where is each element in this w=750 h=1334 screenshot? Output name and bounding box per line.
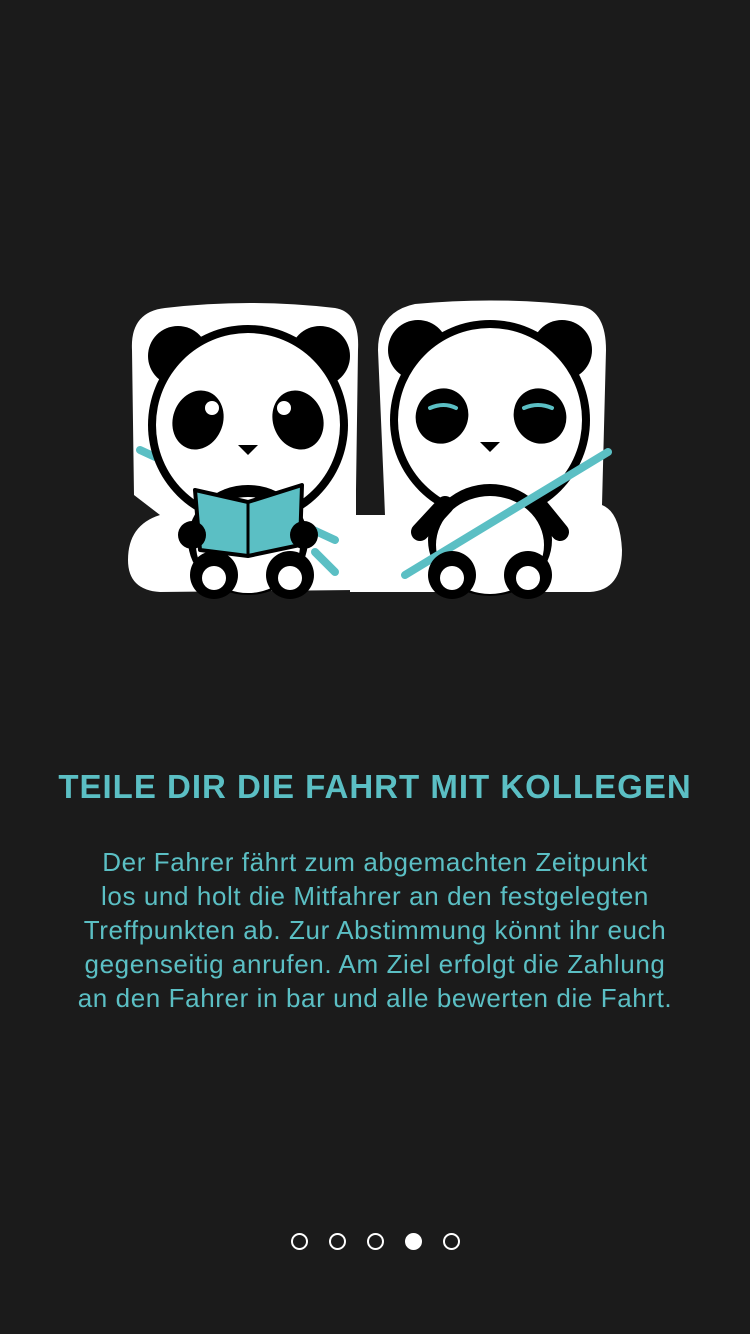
onboarding-screen: TEILE DIR DIE FAHRT MIT KOLLEGEN Der Fah…	[0, 0, 750, 1334]
page-dot-2[interactable]	[328, 1233, 346, 1250]
pandas-illustration	[128, 300, 622, 599]
description-line: gegenseitig anrufen. Am Ziel erfolgt die…	[84, 949, 666, 979]
description-line: Treffpunkten ab. Zur Abstimmung könnt ih…	[83, 915, 667, 945]
description-line: los und holt die Mitfahrer an den festge…	[101, 881, 649, 911]
page-dot-5[interactable]	[442, 1233, 460, 1250]
page-indicator	[0, 1233, 750, 1250]
description-line: Der Fahrer fährt zum abgemachten Zeitpun…	[102, 847, 648, 877]
page-dot-1[interactable]	[290, 1233, 308, 1250]
onboarding-description: Der Fahrer fährt zum abgemachten Zeitpun…	[40, 845, 710, 1015]
page-dot-4-active[interactable]	[404, 1233, 422, 1250]
onboarding-title: TEILE DIR DIE FAHRT MIT KOLLEGEN	[58, 768, 692, 805]
description-line: an den Fahrer in bar und alle bewerten d…	[77, 983, 673, 1013]
page-dot-3[interactable]	[366, 1233, 384, 1250]
